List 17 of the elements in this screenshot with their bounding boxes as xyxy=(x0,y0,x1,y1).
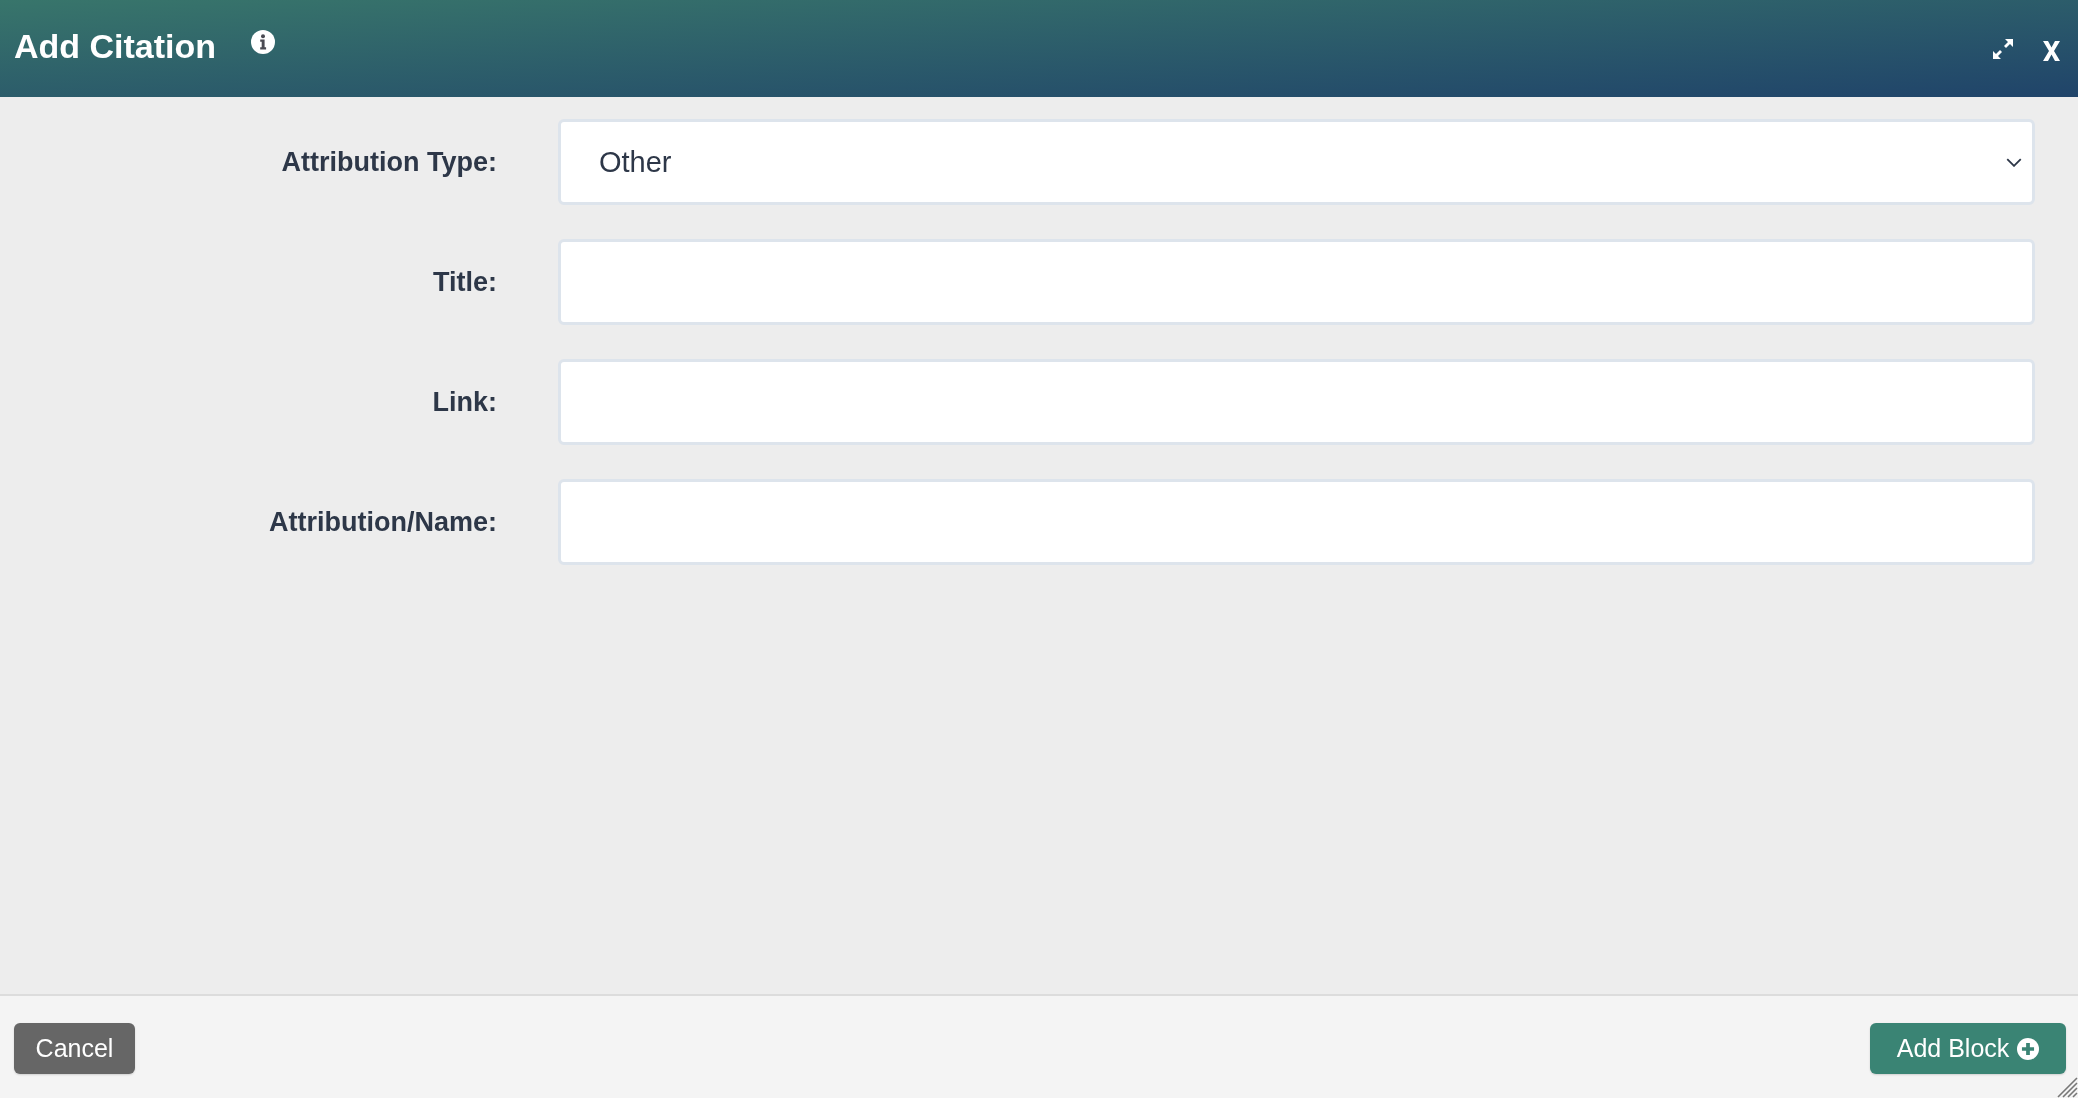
dropdown[interactable]: Other xyxy=(558,119,2035,205)
text-field[interactable] xyxy=(558,239,2035,325)
field-label: Attribution Type: xyxy=(280,146,497,178)
chevron-down-icon xyxy=(2006,157,2022,167)
close-icon[interactable] xyxy=(2043,40,2060,61)
info-icon[interactable] xyxy=(251,29,276,54)
text-field[interactable] xyxy=(558,359,2035,445)
dialog-title: Add Citation xyxy=(14,25,217,66)
plus-circle-icon xyxy=(2017,1037,2040,1060)
expand-icon[interactable] xyxy=(1991,36,2015,61)
field-label: Link: xyxy=(431,386,497,418)
field-label: Attribution/Name: xyxy=(268,506,497,538)
text-field[interactable] xyxy=(558,479,2035,565)
field-label: Title: xyxy=(432,266,497,298)
resize-grip-icon[interactable] xyxy=(2056,1076,2078,1098)
add-button[interactable]: Add Block xyxy=(1870,1023,2066,1074)
cancel-button[interactable]: Cancel xyxy=(14,1023,135,1074)
